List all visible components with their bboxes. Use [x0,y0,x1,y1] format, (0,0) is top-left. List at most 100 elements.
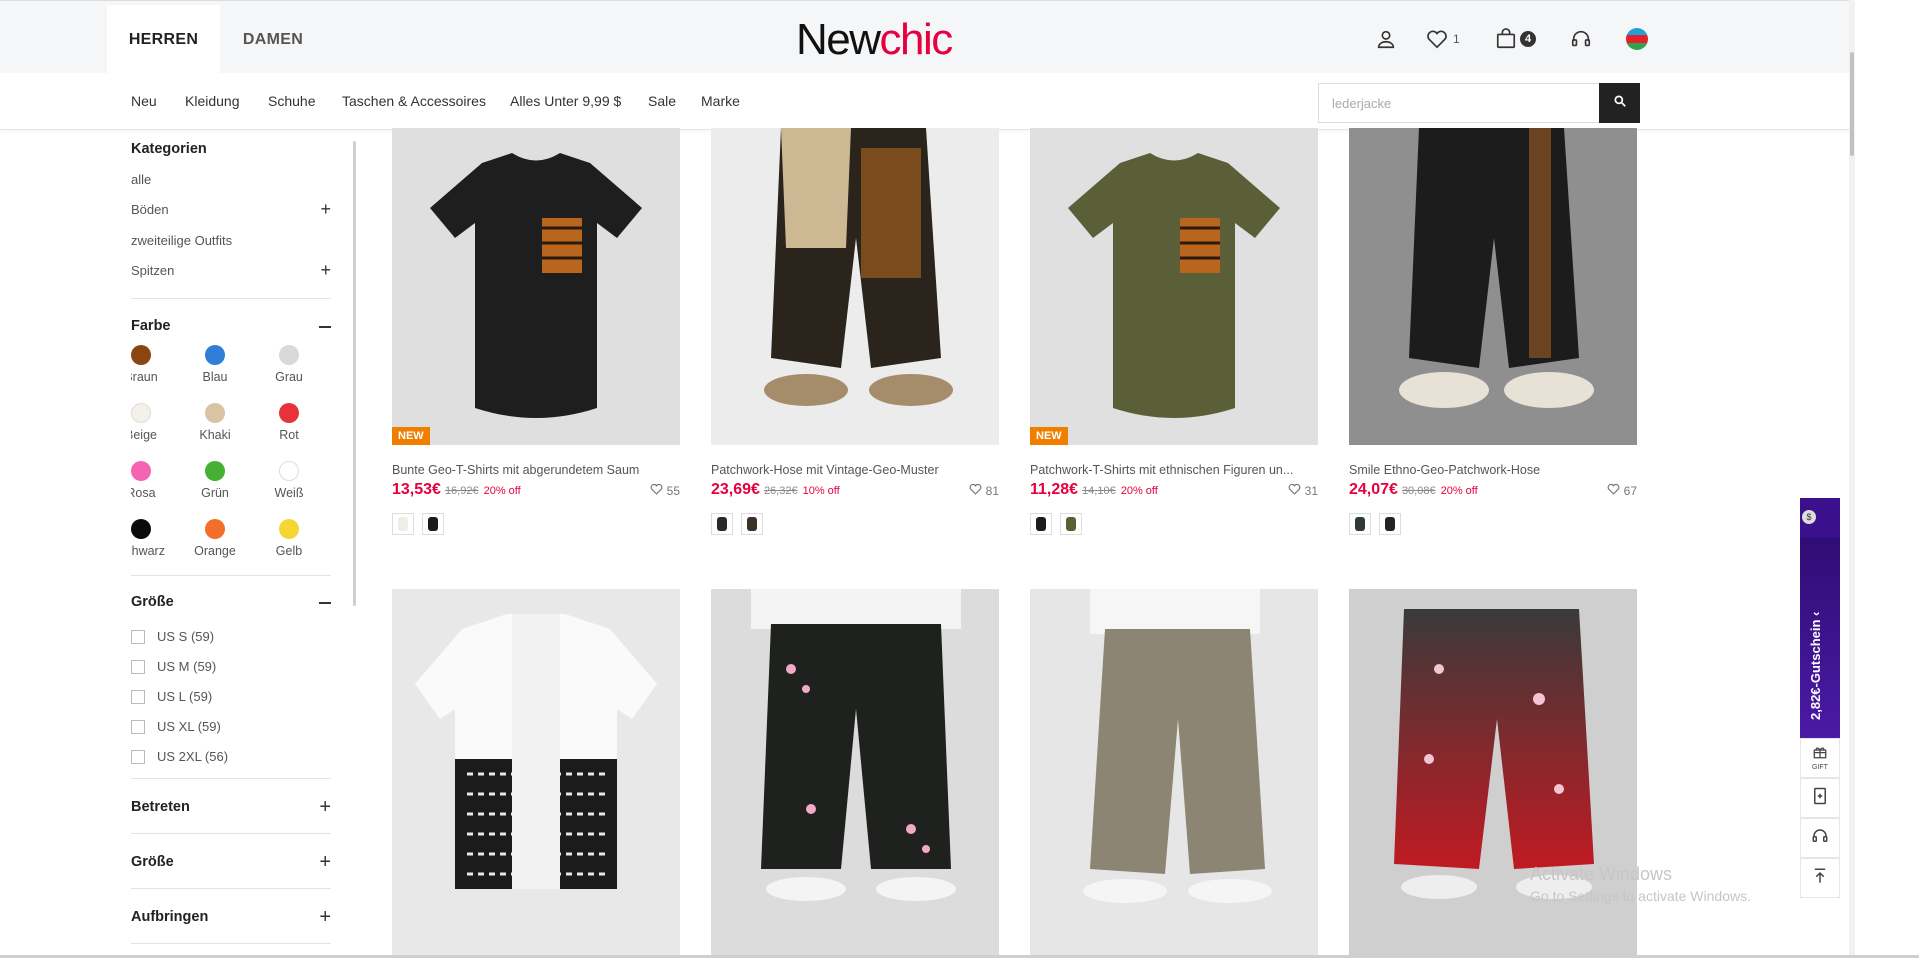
product-like-button[interactable]: 67 [1607,483,1637,498]
variant-thumbnail[interactable] [1060,513,1082,535]
color-label: Braun [131,370,158,384]
size-checkbox[interactable] [131,689,145,704]
product-illustration [764,128,953,406]
expand-plus-icon[interactable]: + [320,261,331,279]
variant-thumbnail[interactable] [1030,513,1052,535]
category-alle[interactable]: alle [131,172,331,187]
notes-button[interactable] [1800,778,1840,818]
color-swatch-grün[interactable]: Grün [180,461,250,500]
nav-item-schuhe[interactable]: Schuhe [268,93,315,109]
color-swatch-blau[interactable]: Blau [180,345,250,384]
country-flag-icon[interactable] [1626,25,1648,53]
filter-aufbringen-header[interactable]: Aufbringen + [131,907,331,928]
expand-plus-icon[interactable]: + [319,797,331,817]
color-swatch-grau[interactable]: Grau [254,345,324,384]
back-to-top-button[interactable] [1800,858,1840,898]
color-swatch-orange[interactable]: Orange [180,519,250,558]
product-like-count: 67 [1623,483,1637,498]
search-button[interactable] [1599,83,1640,123]
product-card[interactable]: NEW Bunte Geo-T-Shirts mit abgerundetem S… [392,128,680,535]
product-title[interactable]: Smile Ethno-Geo-Patchwork-Hose [1349,463,1619,477]
color-swatch-gelb[interactable]: Gelb [254,519,324,558]
expand-plus-icon[interactable]: + [319,852,331,872]
sidebar-scrollbar[interactable] [353,141,356,606]
product-title[interactable]: Bunte Geo-T-Shirts mit abgerundetem Saum [392,463,662,477]
product-card[interactable] [392,589,680,958]
product-card[interactable] [711,589,999,958]
category-spitzen[interactable]: Spitzen + [131,261,331,279]
product-card[interactable]: Smile Ethno-Geo-Patchwork-Hose 24,07€ 30,0… [1349,128,1637,535]
color-swatch-schwarz[interactable]: Schwarz [131,519,176,558]
product-image[interactable] [711,128,999,445]
product-image[interactable]: NEW [392,128,680,445]
size-checkbox[interactable] [131,629,145,644]
product-image[interactable] [1030,589,1318,958]
color-dot [279,461,299,481]
product-image[interactable] [711,589,999,958]
search-input[interactable] [1319,84,1600,122]
size-checkbox[interactable] [131,749,145,764]
nav-item-neu[interactable]: Neu [131,93,157,109]
filter-groesse-header[interactable]: Größe + [131,852,331,873]
category-zweiteilige-outfits[interactable]: zweiteilige Outfits [131,233,331,248]
filter-betreten-header[interactable]: Betreten + [131,797,331,818]
heart-icon [1426,29,1448,49]
product-price: 13,53€ [392,481,441,498]
product-title[interactable]: Patchwork-Hose mit Vintage-Geo-Muster [711,463,981,477]
size-filter-header[interactable]: Größe [131,593,331,613]
color-swatch-rosa[interactable]: Rosa [131,461,176,500]
nav-item-marke[interactable]: Marke [701,93,740,109]
size-option[interactable]: US M (59) [131,659,216,674]
expand-plus-icon[interactable]: + [319,907,331,927]
product-title[interactable]: Patchwork-T-Shirts mit ethnischen Figure… [1030,463,1300,477]
collapse-minus-icon[interactable] [319,326,331,328]
variant-thumbnail[interactable] [711,513,733,535]
product-image[interactable]: NEW [1030,128,1318,445]
color-filter-header[interactable]: Farbe [131,317,331,337]
size-option[interactable]: US S (59) [131,629,214,644]
headset-icon[interactable] [1570,25,1592,53]
variant-thumbnail[interactable] [741,513,763,535]
color-swatch-rot[interactable]: Rot [254,403,324,442]
flag-icon [1626,28,1648,50]
product-card[interactable] [1030,589,1318,958]
product-card[interactable]: NEW Patchwork-T-Shirts mit ethnischen Fig… [1030,128,1318,535]
coupon-widget[interactable]: $ 2,82€-Gutschein ‹ [1800,498,1840,738]
color-swatch-beige[interactable]: Beige [131,403,176,442]
nav-item-sale[interactable]: Sale [648,93,676,109]
size-option[interactable]: US L (59) [131,689,212,704]
variant-thumbnail[interactable] [1379,513,1401,535]
product-like-button[interactable]: 81 [969,483,999,498]
nav-item-kleidung[interactable]: Kleidung [185,93,240,109]
color-swatch-braun[interactable]: Braun [131,345,176,384]
page-scrollbar[interactable] [1849,0,1855,958]
cart-button[interactable]: 4 [1495,25,1536,53]
wishlist-button[interactable]: 1 [1426,25,1460,53]
variant-thumbnail[interactable] [422,513,444,535]
variant-thumbnail[interactable] [392,513,414,535]
size-option[interactable]: US XL (59) [131,719,221,734]
nav-item-taschen[interactable]: Taschen & Accessoires [342,93,486,109]
product-like-button[interactable]: 31 [1288,483,1318,498]
color-swatch-weiß[interactable]: Weiß [254,461,324,500]
variant-thumbnail[interactable] [1349,513,1371,535]
product-card[interactable]: Patchwork-Hose mit Vintage-Geo-Muster 23,… [711,128,999,535]
gift-button[interactable]: GIFT [1800,738,1840,778]
support-button[interactable] [1800,818,1840,858]
size-option[interactable]: US 2XL (56) [131,749,228,764]
color-swatch-khaki[interactable]: Khaki [180,403,250,442]
collapse-minus-icon[interactable] [319,602,331,604]
color-filter-title: Farbe [131,318,171,334]
size-checkbox[interactable] [131,719,145,734]
cart-count-badge: 4 [1520,31,1536,47]
product-like-button[interactable]: 55 [650,483,680,498]
nav-item-alles-unter[interactable]: Alles Unter 9,99 $ [510,93,621,109]
arrow-up-icon [1812,867,1828,890]
size-checkbox[interactable] [131,659,145,674]
category-boeden[interactable]: Böden + [131,200,331,218]
user-icon[interactable] [1375,25,1397,53]
page-scrollbar-thumb[interactable] [1850,52,1854,156]
product-image[interactable] [1349,128,1637,445]
product-image[interactable] [392,589,680,958]
expand-plus-icon[interactable]: + [320,200,331,218]
